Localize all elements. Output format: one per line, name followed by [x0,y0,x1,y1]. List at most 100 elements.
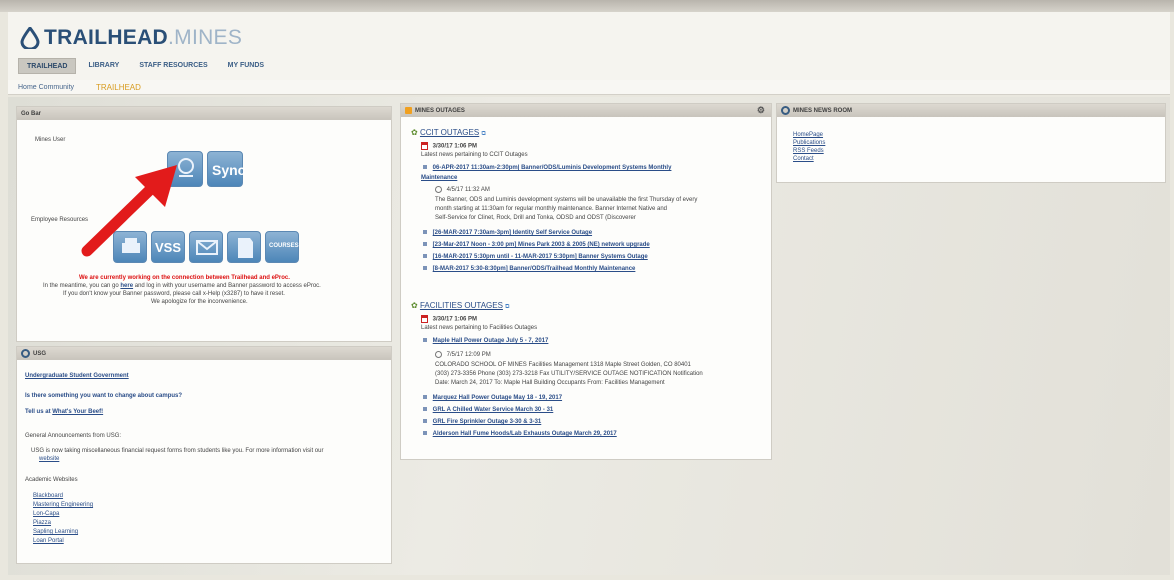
academic-link-mastering-engineering[interactable]: Mastering Engineering [33,502,93,508]
courses-tile[interactable]: COURSES [265,231,299,263]
news-room-header: MINES NEWS ROOM [777,104,1165,117]
facilities-item-1-link[interactable]: Marquez Hall Power Outage May 18 - 19, 2… [433,395,562,401]
usg-website-link[interactable]: website [39,456,59,462]
settings-gear-icon[interactable]: ⚙ [757,105,765,116]
news-link-contact[interactable]: Contact [793,156,814,162]
droplet-logo-icon [20,27,40,49]
ccit-body-1: The Banner, ODS and Luminis development … [435,197,698,203]
facilities-item-4: Alderson Hall Fume Hoods/Lab Exhausts Ou… [423,431,617,437]
usg-panel: USG Undergraduate Student Government Is … [16,346,392,564]
facilities-item-2-link[interactable]: GRL A Chilled Water Service March 30 - 3… [433,407,554,413]
ccit-item-3-link[interactable]: [16-MAR-2017 5:30pm until - 11-MAR-2017 … [433,254,648,260]
outages-header: MINES OUTAGES ⚙ [401,104,771,117]
document-icon [238,238,253,258]
ccit-external-icon: ⧉ [481,131,486,137]
ccit-item-4: [8-MAR-2017 5:30-8:30pm] Banner/ODS/Trai… [423,266,635,272]
mail-tile[interactable] [189,231,223,263]
academic-link-piazza[interactable]: Piazza [33,520,51,526]
facilities-leaf-icon: ✿ [411,301,418,310]
outages-rss-icon [405,107,412,114]
facilities-external-icon: ⧉ [505,304,510,310]
announcement-text: USG is now taking miscellaneous financia… [31,448,324,454]
facilities-main-item-link[interactable]: Maple Hall Power Outage July 5 - 7, 2017 [433,338,549,344]
facilities-item-4-link[interactable]: Alderson Hall Fume Hoods/Lab Exhausts Ou… [433,431,617,437]
ccit-item-3: [16-MAR-2017 5:30pm until - 11-MAR-2017 … [423,254,648,260]
tab-library[interactable]: LIBRARY [80,58,127,74]
site-header: TRAILHEAD .MINES TRAILHEAD LIBRARY STAFF … [8,12,1170,80]
facilities-item-2: GRL A Chilled Water Service March 30 - 3… [423,407,553,413]
clock-icon [435,186,442,193]
item-bullet-icon [423,431,427,435]
facilities-heading-row: ✿ FACILITIES OUTAGES ⧉ [411,301,509,311]
item-bullet-icon [423,395,427,399]
academic-link-lon-capa[interactable]: Lon-Capa [33,511,59,517]
item-bullet-icon [423,165,427,169]
academic-link-sapling-learning[interactable]: Sapling Learning [33,529,78,535]
trailhead-logo[interactable]: TRAILHEAD .MINES [20,26,242,50]
logo-word-trailhead: TRAILHEAD [44,26,169,49]
facilities-body-1: COLORADO SCHOOL OF MINES Facilities Mana… [435,362,691,368]
tab-staff-resources[interactable]: STAFF RESOURCES [131,58,215,74]
item-bullet-icon [423,254,427,258]
ccit-leaf-icon: ✿ [411,128,418,137]
usg-link[interactable]: Undergraduate Student Government [25,373,129,379]
tell-us-text: Tell us at [25,409,51,415]
news-room-panel: MINES NEWS ROOM HomePage Publications RS… [776,103,1166,183]
facilities-item-3: GRL Fire Sprinkler Outage 3-30 & 3-31 [423,419,541,425]
ccit-description: Latest news pertaining to CCIT Outages [421,152,528,158]
sync-tile[interactable]: Sync [207,151,245,187]
tab-my-funds[interactable]: MY FUNDS [220,58,272,74]
outages-title: MINES OUTAGES [415,107,465,114]
calendar-icon [421,142,428,150]
facilities-date-row: 3/30/17 1:06 PM [421,315,477,323]
news-link-homepage[interactable]: HomePage [793,132,823,138]
news-link-publications[interactable]: Publications [793,140,825,146]
ccit-item-2-link[interactable]: [23-Mar-2017 Noon - 3:00 pm] Mines Park … [433,242,650,248]
news-room-title: MINES NEWS ROOM [793,107,853,114]
facilities-outages-link[interactable]: FACILITIES OUTAGES [420,301,503,310]
facilities-item-3-link[interactable]: GRL Fire Sprinkler Outage 3-30 & 3-31 [433,419,542,425]
academic-link-loan-portal[interactable]: Loan Portal [33,538,64,544]
usg-header: USG [17,347,391,360]
ccit-heading-row: ✿ CCIT OUTAGES ⧉ [411,128,486,138]
academic-link-blackboard[interactable]: Blackboard [33,493,63,499]
ccit-main-item: 06-APR-2017 11:30am-2:30pm| Banner/ODS/L… [423,165,671,171]
facilities-body-3: Date: March 24, 2017 To: Maple Hall Buil… [435,380,665,386]
ccit-body-2: month starting at 11:30am for regular mo… [435,206,668,212]
document-tile[interactable] [227,231,261,263]
eproc-note-line-3: We apologize for the inconvenience. [151,299,248,305]
logo-word-mines: .MINES [168,26,243,49]
item-bullet-icon [423,338,427,342]
here-link[interactable]: here [120,283,133,289]
usg-question: Is there something you want to change ab… [25,393,183,399]
subnav-home-community[interactable]: Home Community [18,84,74,91]
facilities-main-item: Maple Hall Power Outage July 5 - 7, 2017 [423,338,548,344]
go-bar-panel: Go Bar Mines User Sync Employee Resource… [16,106,392,342]
whats-your-beef-link[interactable]: What's Your Beef! [52,409,103,415]
ccit-main-item-link-cont[interactable]: Maintenance [421,175,457,181]
red-arrow-annotation [81,165,177,257]
facilities-date: 3/30/17 1:06 PM [432,316,478,323]
ccit-date: 3/30/17 1:06 PM [432,143,478,150]
go-bar-header: Go Bar [17,107,391,120]
news-link-rss-feeds[interactable]: RSS Feeds [793,148,824,154]
usg-globe-icon [21,349,30,358]
usg-tell-us: Tell us at What's Your Beef! [25,409,103,415]
eproc-note-line-1: In the meantime, you can go here and log… [43,283,321,289]
item-bullet-icon [423,266,427,270]
usg-announcement-item: USG is now taking miscellaneous financia… [31,448,323,454]
facilities-item-1: Marquez Hall Power Outage May 18 - 19, 2… [423,395,562,401]
ccit-time: 4/5/17 11:32 AM [446,187,490,194]
ccit-item-1-link[interactable]: [26-MAR-2017 7:30am-3pm] Identity Self S… [433,230,592,236]
tab-trailhead[interactable]: TRAILHEAD [18,58,77,74]
ccit-item-4-link[interactable]: [8-MAR-2017 5:30-8:30pm] Banner/ODS/Trai… [433,266,636,272]
subnav-trailhead[interactable]: TRAILHEAD [96,83,141,92]
item-bullet-icon [423,407,427,411]
ccit-item-2: [23-Mar-2017 Noon - 3:00 pm] Mines Park … [423,242,650,248]
facilities-description: Latest news pertaining to Facilities Out… [421,325,538,331]
ccit-outages-link[interactable]: CCIT OUTAGES [420,128,479,137]
ccit-item-1: [26-MAR-2017 7:30am-3pm] Identity Self S… [423,230,592,236]
note-text-a: In the meantime, you can go [43,283,119,289]
ccit-main-item-link[interactable]: 06-APR-2017 11:30am-2:30pm| Banner/ODS/L… [433,165,672,171]
calendar-icon [421,315,428,323]
